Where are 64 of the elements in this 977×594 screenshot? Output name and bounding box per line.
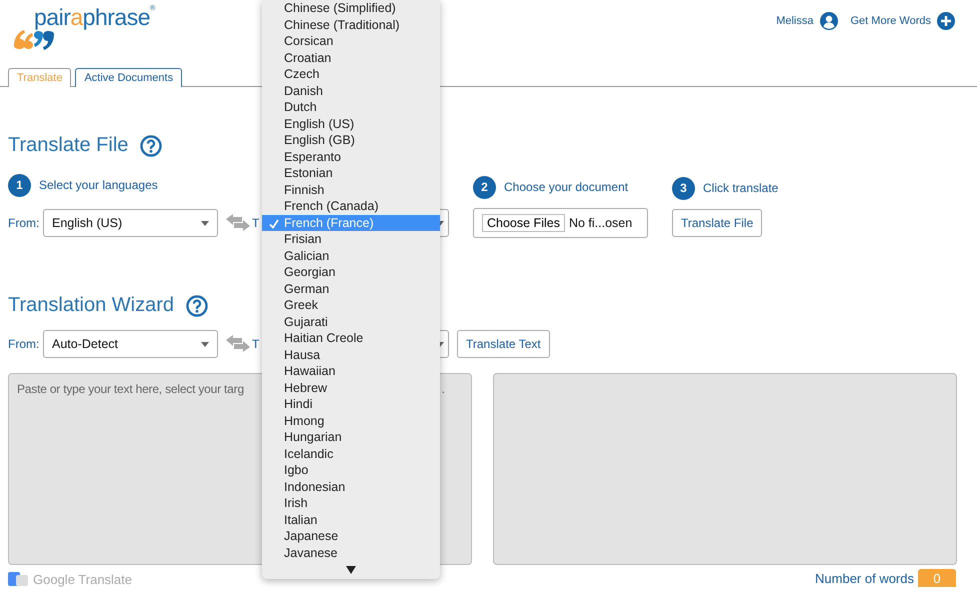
language-option[interactable]: Icelandic xyxy=(262,446,440,462)
step-number-badge: 3 xyxy=(672,176,695,200)
language-option[interactable]: Esperanto xyxy=(262,148,440,165)
step-label: Click translate xyxy=(703,181,778,195)
from-language-select[interactable]: English (US) xyxy=(43,209,218,237)
to-label: T xyxy=(252,216,260,230)
tab[interactable]: Active Documents xyxy=(75,68,182,87)
scroll-down-arrow-icon[interactable] xyxy=(346,566,356,574)
language-option[interactable]: Hungarian xyxy=(262,429,440,446)
from-label: From: xyxy=(8,337,40,351)
language-option[interactable]: Danish xyxy=(262,82,440,99)
language-option[interactable]: Finnish xyxy=(262,182,440,198)
account-link[interactable]: Melissa xyxy=(776,12,838,30)
step-number-badge: 1 xyxy=(8,174,31,196)
language-option[interactable]: Italian xyxy=(262,512,440,528)
step-label: Choose your document xyxy=(504,180,628,194)
language-option[interactable]: Estonian xyxy=(262,165,440,182)
caret-icon xyxy=(201,342,209,346)
language-option[interactable]: Chinese (Simplified) xyxy=(262,0,440,16)
google-translate-icon xyxy=(8,572,28,586)
translate-text-button[interactable]: Translate Text xyxy=(457,330,550,358)
language-option[interactable]: Indonesian xyxy=(262,478,440,495)
language-option[interactable]: English (US) xyxy=(262,116,440,132)
language-option[interactable]: French (Canada) xyxy=(262,198,440,214)
section-title: Translate File xyxy=(8,134,128,157)
word-count-badge: 0 xyxy=(918,569,956,587)
section-title: Translation Wizard xyxy=(8,294,174,317)
step-number-badge: 2 xyxy=(473,176,496,198)
language-option[interactable]: Corsican xyxy=(262,33,440,50)
language-option[interactable]: Gujarati xyxy=(262,314,440,330)
language-option[interactable]: Dutch xyxy=(262,99,440,116)
language-option[interactable]: Hausa xyxy=(262,346,440,363)
plus-icon[interactable] xyxy=(937,12,955,30)
language-option[interactable]: Hmong xyxy=(262,412,440,429)
language-option[interactable]: Croatian xyxy=(262,50,440,66)
help-icon[interactable] xyxy=(140,134,162,156)
checkmark-icon xyxy=(269,218,279,228)
powered-by-label: Google Translate xyxy=(33,572,132,586)
translate-file-button[interactable]: Translate File xyxy=(672,209,762,237)
file-input[interactable]: Choose Files No fi...osen xyxy=(473,208,648,238)
get-more-words-link[interactable]: Get More Words xyxy=(850,12,955,30)
language-option[interactable]: Frisian xyxy=(262,231,440,248)
help-icon[interactable] xyxy=(186,294,208,316)
language-option[interactable]: Hindi xyxy=(262,396,440,412)
language-option[interactable]: Galician xyxy=(262,248,440,264)
to-label: T xyxy=(252,337,260,351)
language-option[interactable]: English (GB) xyxy=(262,132,440,148)
language-option[interactable]: Georgian xyxy=(262,264,440,280)
language-option[interactable]: German xyxy=(262,280,440,297)
language-option[interactable]: Igbo xyxy=(262,462,440,478)
from-language-select[interactable]: Auto-Detect xyxy=(43,330,218,358)
language-option[interactable]: Czech xyxy=(262,66,440,82)
user-icon[interactable] xyxy=(820,12,838,30)
from-label: From: xyxy=(8,216,40,230)
language-option[interactable]: Japanese xyxy=(262,528,440,544)
logo-wordmark: pairaphrase$^{®}$ xyxy=(34,4,155,30)
language-option[interactable]: Javanese xyxy=(262,544,440,561)
caret-icon xyxy=(201,220,209,226)
language-option[interactable]: Chinese (Traditional) xyxy=(262,16,440,33)
language-option[interactable]: Irish xyxy=(262,495,440,512)
language-option[interactable]: Greek xyxy=(262,297,440,314)
word-count-label: Number of words xyxy=(815,570,914,586)
language-option[interactable]: Hebrew xyxy=(262,380,440,396)
step-label: Select your languages xyxy=(39,178,158,192)
